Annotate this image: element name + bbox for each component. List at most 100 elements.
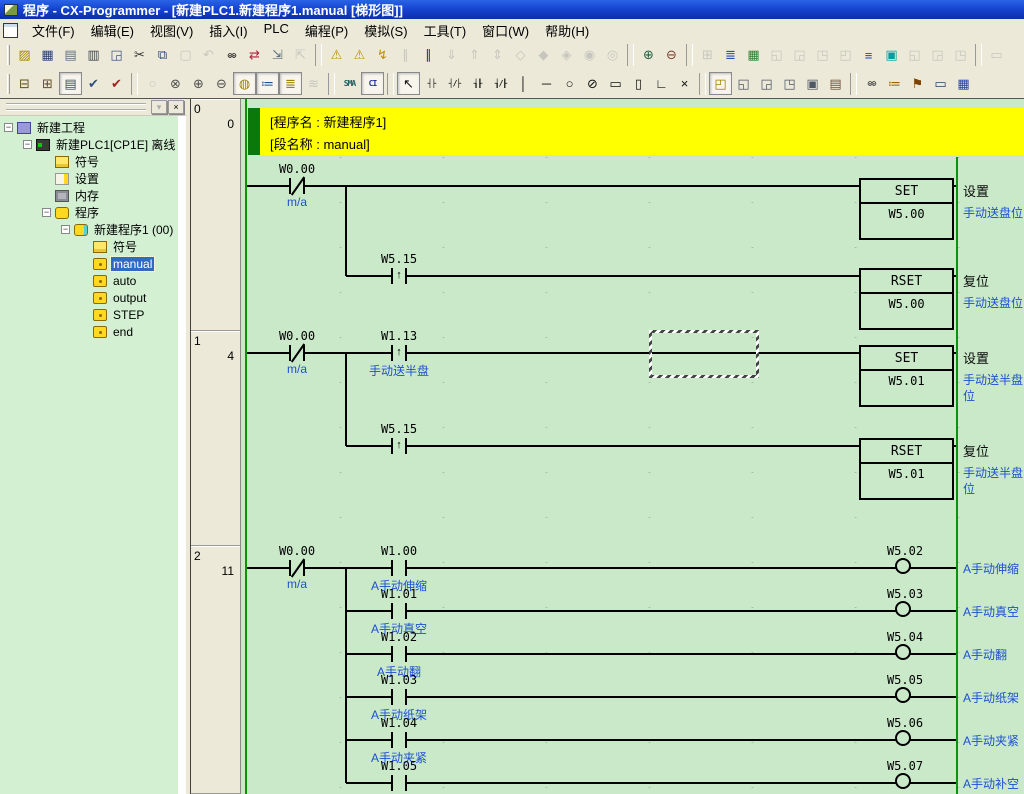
- ci-view-icon[interactable]: CI: [361, 72, 384, 95]
- tree-item--[interactable]: 设置: [0, 170, 178, 187]
- contact-W5.15[interactable]: [391, 268, 407, 284]
- print-icon[interactable]: ▥: [82, 44, 105, 67]
- expander-minus-icon[interactable]: −: [61, 225, 70, 234]
- copy-icon[interactable]: ⧉: [151, 44, 174, 67]
- menu-item-8[interactable]: 工具(T): [416, 19, 475, 42]
- window-c-icon[interactable]: ◳: [811, 44, 834, 67]
- replace-icon[interactable]: ⇄: [243, 44, 266, 67]
- output-window-icon[interactable]: ◱: [732, 72, 755, 95]
- window-d-icon[interactable]: ◰: [834, 44, 857, 67]
- new-horizontal-icon[interactable]: ─: [535, 72, 558, 95]
- io-comment-view-icon[interactable]: ▣: [880, 44, 903, 67]
- delete-row-icon[interactable]: ×: [673, 72, 696, 95]
- zoom-cancel-icon[interactable]: ⊗: [164, 72, 187, 95]
- monitor-in-rung-icon[interactable]: ≋: [302, 72, 325, 95]
- menu-item-3[interactable]: 视图(V): [142, 19, 201, 42]
- new-inverted-instruction-icon[interactable]: ▯: [627, 72, 650, 95]
- contact-W5.15[interactable]: [391, 438, 407, 454]
- properties-window-icon[interactable]: ▤: [824, 72, 847, 95]
- find-icon[interactable]: ⊙⊙: [220, 44, 243, 67]
- mode-monitor-icon[interactable]: ◈: [555, 44, 578, 67]
- data-trace-icon[interactable]: ≣: [719, 44, 742, 67]
- print-preview-icon[interactable]: ◲: [105, 44, 128, 67]
- menu-item-6[interactable]: 编程(P): [297, 19, 356, 42]
- symbols-check-icon[interactable]: ✔: [82, 72, 105, 95]
- coil-W5.02[interactable]: [895, 558, 911, 574]
- tree-item-step[interactable]: STEP: [0, 306, 178, 323]
- undo-icon[interactable]: ↶: [197, 44, 220, 67]
- expander-minus-icon[interactable]: −: [42, 208, 51, 217]
- zoom-in-icon[interactable]: ⊕: [187, 72, 210, 95]
- zoom-fit-icon[interactable]: ○: [141, 72, 164, 95]
- pause-monitor-icon[interactable]: ∥: [394, 44, 417, 67]
- cut-icon[interactable]: ✂: [128, 44, 151, 67]
- tree-item--[interactable]: 符号: [0, 153, 178, 170]
- new-program-icon[interactable]: ⊟: [13, 72, 36, 95]
- toolbar-grip[interactable]: [6, 103, 146, 111]
- compile-check-icon[interactable]: ⚠: [348, 44, 371, 67]
- menu-item-10[interactable]: 帮助(H): [537, 19, 597, 42]
- window-a-icon[interactable]: ◱: [765, 44, 788, 67]
- save-icon[interactable]: ▦: [36, 44, 59, 67]
- toolbar-grip[interactable]: [7, 74, 10, 94]
- menu-item-5[interactable]: PLC: [256, 19, 297, 42]
- new-instruction-icon[interactable]: ▭: [604, 72, 627, 95]
- time-chart-icon[interactable]: ⊞: [696, 44, 719, 67]
- rung-margin-block[interactable]: 00: [191, 99, 240, 331]
- section-list-icon[interactable]: ▤: [59, 72, 82, 95]
- transfer-up-icon[interactable]: ⇱: [289, 44, 312, 67]
- workspace-window-icon[interactable]: ◰: [709, 72, 732, 95]
- symbol-list-icon[interactable]: ≔: [883, 72, 906, 95]
- toolbar-grip[interactable]: [7, 45, 10, 65]
- menu-item-9[interactable]: 窗口(W): [474, 19, 537, 42]
- cross-reference-window-icon[interactable]: ◳: [778, 72, 801, 95]
- new-closed-coil-icon[interactable]: ⊘: [581, 72, 604, 95]
- close-icon[interactable]: ×: [168, 100, 184, 114]
- new-coil-icon[interactable]: ○: [558, 72, 581, 95]
- contact-W0.00[interactable]: [289, 178, 305, 194]
- mode-debug-icon[interactable]: ◆: [532, 44, 555, 67]
- program-header-banner[interactable]: [程序名 : 新建程序1] [段名称 : manual]: [248, 108, 1024, 155]
- show-comments-icon[interactable]: ◍: [233, 72, 256, 95]
- compile-icon[interactable]: ⚠: [325, 44, 348, 67]
- find-symbol-icon[interactable]: ⊙⊙: [860, 72, 883, 95]
- instruction-set-W5.01[interactable]: SETW5.01: [859, 345, 954, 407]
- compare-with-plc-icon[interactable]: ⇕: [486, 44, 509, 67]
- force-off-icon[interactable]: ⊖: [660, 44, 683, 67]
- tree-item--plc1-cp1e-[interactable]: −新建PLC1[CP1E] 离线: [0, 136, 178, 153]
- watch-window-icon[interactable]: ◲: [755, 72, 778, 95]
- window-g-icon[interactable]: ◳: [949, 44, 972, 67]
- tree-item-auto[interactable]: auto: [0, 272, 178, 289]
- select-cursor-icon[interactable]: ↖: [397, 72, 420, 95]
- instruction-rset-W5.00[interactable]: RSETW5.00: [859, 268, 954, 330]
- new-contact-icon[interactable]: ┤├: [420, 72, 443, 95]
- program-check-icon[interactable]: ✔: [105, 72, 128, 95]
- tree-item--1-00-[interactable]: −新建程序1 (00): [0, 221, 178, 238]
- contact-W1.02[interactable]: [391, 646, 407, 662]
- contact-W0.00[interactable]: [289, 560, 305, 576]
- coil-W5.03[interactable]: [895, 601, 911, 617]
- coil-W5.07[interactable]: [895, 773, 911, 789]
- pause-icon[interactable]: ∥: [417, 44, 440, 67]
- tree-item-end[interactable]: end: [0, 323, 178, 340]
- menu-item-4[interactable]: 插入(I): [201, 19, 255, 42]
- expander-minus-icon[interactable]: −: [4, 123, 13, 132]
- tree-item--[interactable]: −新建工程: [0, 119, 178, 136]
- transfer-down-icon[interactable]: ⇲: [266, 44, 289, 67]
- section-colors-icon[interactable]: ≣: [279, 72, 302, 95]
- menu-item-1[interactable]: 文件(F): [24, 19, 83, 42]
- new-or-contact-icon[interactable]: ┧┠: [466, 72, 489, 95]
- paste-icon[interactable]: ▢: [174, 44, 197, 67]
- tree-item--[interactable]: −程序: [0, 204, 178, 221]
- new-closed-contact-icon[interactable]: ┤/├: [443, 72, 466, 95]
- coil-W5.06[interactable]: [895, 730, 911, 746]
- new-section-icon[interactable]: ⊞: [36, 72, 59, 95]
- child-window-icon[interactable]: [3, 23, 18, 38]
- menu-item-2[interactable]: 编辑(E): [83, 19, 142, 42]
- tree-item--[interactable]: 内存: [0, 187, 178, 204]
- open-icon[interactable]: ▨: [13, 44, 36, 67]
- delete-vertical-icon[interactable]: ∟: [650, 72, 673, 95]
- address-reference-window-icon[interactable]: ▣: [801, 72, 824, 95]
- coil-W5.04[interactable]: [895, 644, 911, 660]
- window-e-icon[interactable]: ◱: [903, 44, 926, 67]
